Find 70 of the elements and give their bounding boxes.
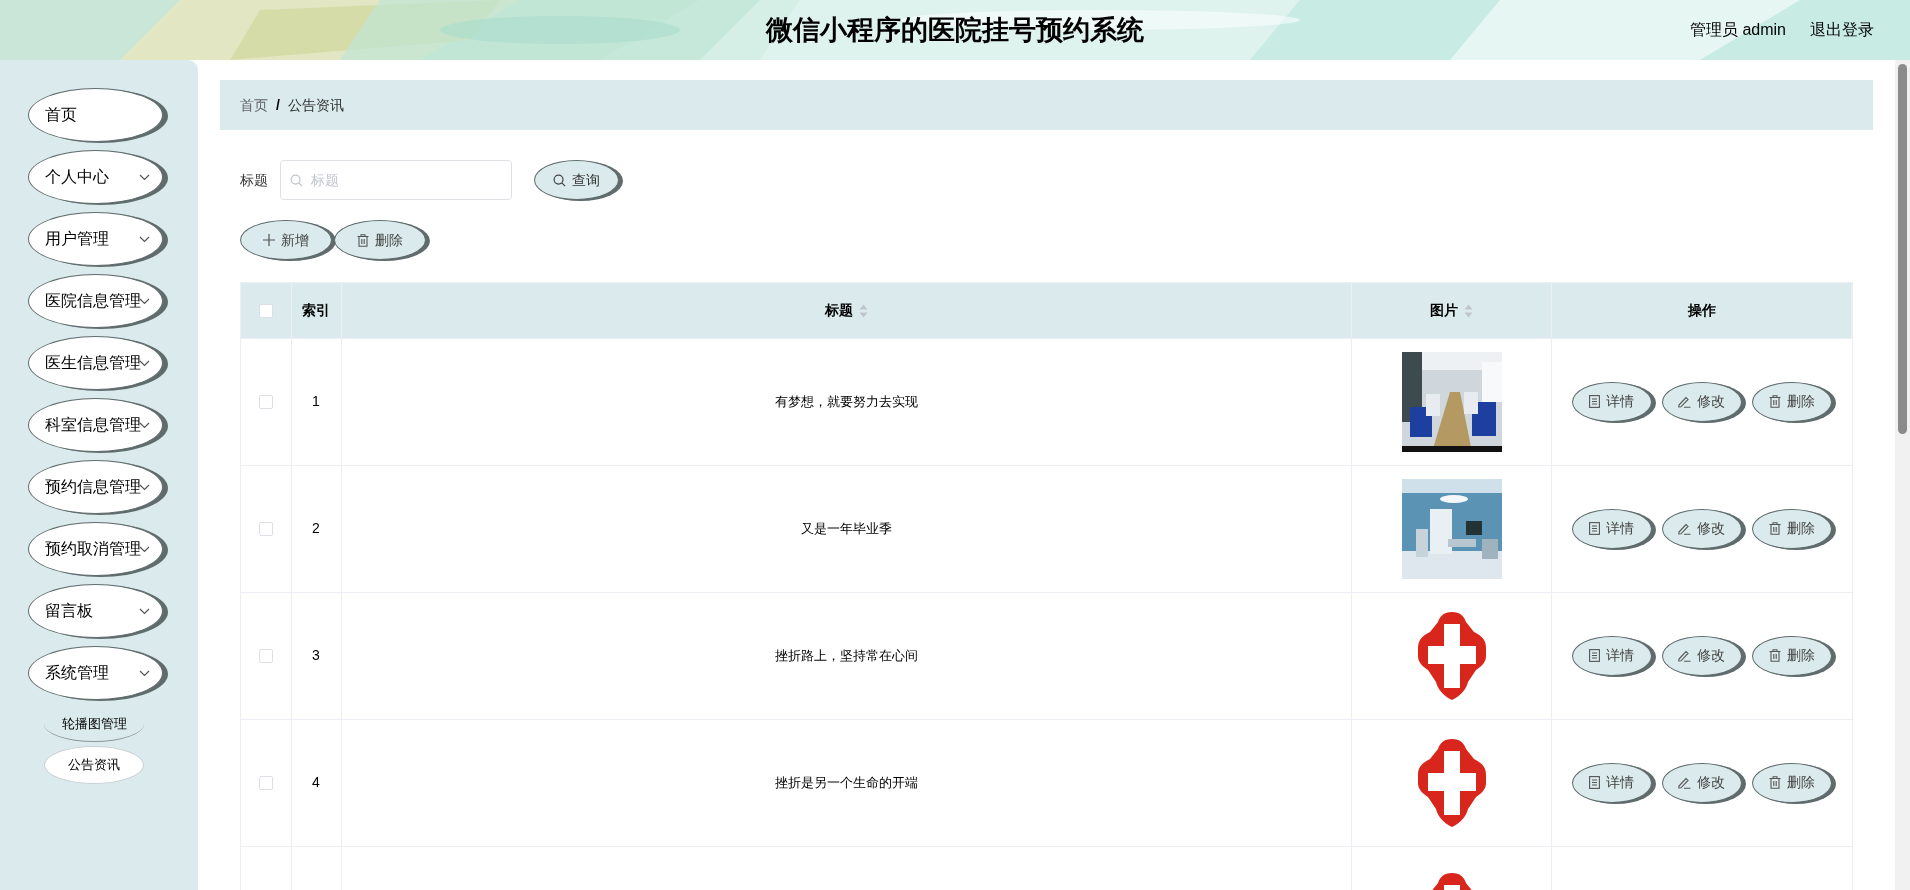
submenu-item[interactable]: 公告资讯	[44, 746, 144, 784]
trash-icon	[1768, 649, 1781, 662]
search-label: 标题	[240, 170, 268, 190]
breadcrumb-link[interactable]: 首页	[240, 94, 268, 116]
plus-icon	[263, 234, 275, 246]
query-button[interactable]: 查询	[534, 160, 619, 200]
search-icon	[290, 174, 303, 187]
edit-button[interactable]: 修改	[1661, 635, 1742, 676]
document-icon	[1589, 649, 1601, 662]
delete-button[interactable]: 删除	[1751, 762, 1832, 803]
pencil-icon	[1678, 649, 1692, 662]
delete-button[interactable]: 删除	[1751, 635, 1832, 676]
checkbox[interactable]	[258, 395, 273, 410]
delete-button[interactable]: 删除	[334, 220, 426, 260]
breadcrumb-separator: /	[276, 95, 280, 115]
pencil-icon	[1678, 776, 1692, 789]
document-icon	[1589, 776, 1601, 789]
row-index: 4	[312, 774, 320, 790]
submenu-item[interactable]: 轮播图管理	[44, 706, 144, 742]
breadcrumb-current: 公告资讯	[287, 95, 344, 115]
chevron-down-icon	[139, 608, 150, 615]
chevron-down-icon	[139, 546, 150, 553]
chevron-down-icon	[139, 174, 150, 181]
table-cell: 挫折路上，坚持常在心间	[774, 648, 918, 663]
chevron-down-icon	[139, 236, 150, 243]
logout-link[interactable]: 退出登录	[1810, 18, 1874, 42]
sort-icon	[858, 304, 868, 319]
chevron-down-icon	[139, 670, 150, 677]
table-cell: 挫折是另一个生命的开端	[774, 775, 918, 790]
scrollbar[interactable]	[1895, 60, 1910, 890]
trash-icon	[357, 233, 369, 247]
column-header[interactable]: 图片	[1430, 301, 1458, 318]
detail-button[interactable]: 详情	[1571, 635, 1652, 676]
trash-icon	[1768, 395, 1781, 408]
row-index: 3	[312, 647, 320, 663]
chevron-down-icon	[139, 484, 150, 491]
trash-icon	[1768, 776, 1781, 789]
app-title: 微信小程序的医院挂号预约系统	[766, 13, 1144, 47]
edit-button[interactable]: 修改	[1661, 762, 1742, 803]
pencil-icon	[1678, 522, 1692, 535]
chevron-down-icon	[139, 360, 150, 367]
detail-button[interactable]: 详情	[1571, 508, 1652, 549]
document-icon	[1589, 522, 1601, 535]
chevron-down-icon	[139, 422, 150, 429]
checkbox[interactable]	[258, 522, 273, 537]
trash-icon	[1768, 522, 1781, 535]
add-button[interactable]: 新增	[240, 220, 332, 260]
row-index: 2	[312, 520, 320, 536]
pencil-icon	[1678, 395, 1692, 408]
table-cell: 又是一年毕业季	[800, 521, 892, 536]
sort-icon	[1464, 304, 1473, 319]
search-field[interactable]: 标题	[280, 160, 512, 200]
delete-button[interactable]: 删除	[1751, 508, 1832, 549]
chevron-down-icon	[139, 298, 150, 305]
row-index: 1	[312, 393, 320, 409]
admin-user-label: 管理员 admin	[1689, 20, 1786, 40]
column-header: 索引	[302, 301, 330, 318]
edit-button[interactable]: 修改	[1661, 508, 1742, 549]
checkbox[interactable]	[258, 649, 273, 664]
detail-button[interactable]: 详情	[1571, 762, 1652, 803]
checkbox[interactable]	[258, 776, 273, 791]
search-icon	[553, 173, 566, 187]
table-cell: 有梦想，就要努力去实现	[774, 394, 918, 409]
checkbox[interactable]	[258, 304, 273, 319]
detail-button[interactable]: 详情	[1571, 381, 1652, 422]
edit-button[interactable]: 修改	[1661, 381, 1742, 422]
document-icon	[1589, 395, 1601, 408]
delete-button[interactable]: 删除	[1751, 381, 1832, 422]
column-header: 操作	[1687, 301, 1716, 318]
column-header[interactable]: 标题	[824, 301, 853, 318]
